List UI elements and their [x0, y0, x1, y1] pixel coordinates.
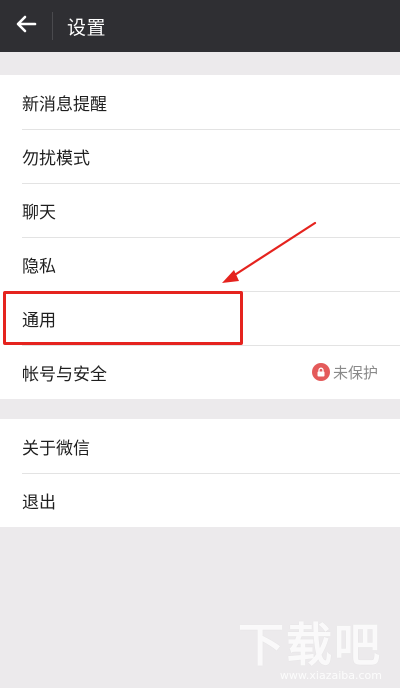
watermark-url: www.xiazaiba.com [279, 669, 382, 682]
settings-item-label: 帐号与安全 [22, 364, 107, 385]
page-title: 设置 [67, 16, 107, 39]
security-status-text: 未保护 [332, 363, 378, 382]
back-button[interactable] [0, 0, 52, 52]
settings-item-label: 通用 [22, 310, 56, 331]
settings-item-label: 退出 [22, 492, 56, 513]
settings-group-secondary: 关于微信 退出 [0, 419, 400, 527]
arrow-left-icon [15, 13, 37, 39]
settings-item-new-message[interactable]: 新消息提醒 [0, 75, 400, 129]
settings-group-main: 新消息提醒 勿扰模式 聊天 隐私 通用 帐号与安全 未保护 [0, 75, 400, 399]
top-bar: 设置 [0, 0, 400, 52]
security-status-badge: 未保护 [311, 362, 378, 383]
settings-item-account-security[interactable]: 帐号与安全 未保护 [0, 345, 400, 399]
settings-item-privacy[interactable]: 隐私 [0, 237, 400, 291]
settings-item-do-not-disturb[interactable]: 勿扰模式 [0, 129, 400, 183]
watermark-logo: 下载吧 [238, 618, 382, 672]
settings-item-chat[interactable]: 聊天 [0, 183, 400, 237]
settings-item-label: 勿扰模式 [22, 148, 90, 169]
settings-item-general[interactable]: 通用 [0, 291, 400, 345]
settings-item-label: 关于微信 [22, 438, 90, 459]
settings-item-about[interactable]: 关于微信 [0, 419, 400, 473]
settings-item-label: 新消息提醒 [22, 94, 107, 115]
watermark: 下载吧 www.xiazaiba.com [238, 609, 382, 682]
lock-icon [311, 363, 330, 381]
settings-item-logout[interactable]: 退出 [0, 473, 400, 527]
header-divider [52, 12, 53, 40]
settings-item-label: 聊天 [22, 202, 56, 223]
settings-item-label: 隐私 [22, 256, 56, 277]
